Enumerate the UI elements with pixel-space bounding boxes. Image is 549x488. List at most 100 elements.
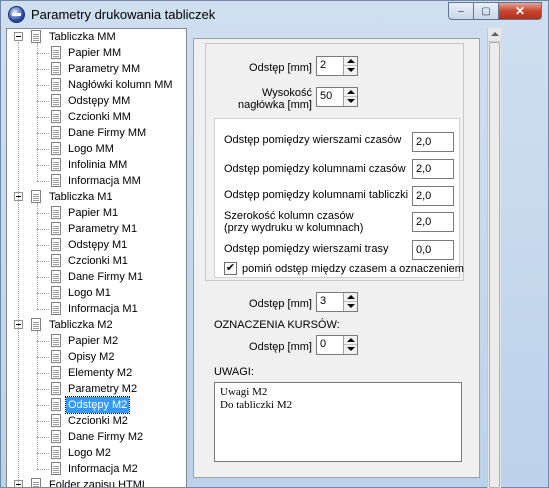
tree-item[interactable]: Infolinia MM xyxy=(7,157,186,173)
tree-connector xyxy=(37,389,49,390)
uwagi-textarea[interactable]: Uwagi M2 Do tabliczki M2 xyxy=(214,382,462,462)
row4-sublabel: (przy wydruku w kolumnach) xyxy=(224,222,364,234)
tree-group[interactable]: Folder zapisu HTML xyxy=(7,477,186,487)
tree-item[interactable]: Papier M2 xyxy=(7,333,186,349)
tree-group-label: Tabliczka M2 xyxy=(49,319,113,331)
tree-connector xyxy=(37,133,49,134)
document-icon xyxy=(51,78,61,91)
tree-item[interactable]: Dane Firmy MM xyxy=(7,125,186,141)
uwagi-line1: Uwagi M2 xyxy=(220,386,268,398)
tree-item-label: Odstępy M1 xyxy=(68,239,128,251)
tree-item-label: Papier MM xyxy=(68,47,122,59)
tree-item-label: Infolinia MM xyxy=(68,159,128,171)
tree-connector xyxy=(37,85,49,86)
close-button[interactable]: ✕ xyxy=(499,2,542,20)
title-bar: Parametry drukowania tabliczek ‒ ▢ ✕ xyxy=(1,1,548,29)
row5-input[interactable]: 0,0 xyxy=(412,240,454,260)
spin-down-icon[interactable] xyxy=(344,345,357,354)
odstep-spinner[interactable]: 2 xyxy=(316,56,358,76)
odstep3-spinner[interactable]: 0 xyxy=(316,335,358,355)
tree-item[interactable]: Odstępy M1 xyxy=(7,237,186,253)
tree-item[interactable]: Elementy M2 xyxy=(7,365,186,381)
document-icon xyxy=(51,350,61,363)
scroll-thumb[interactable] xyxy=(489,42,500,488)
tree-connector xyxy=(37,69,49,70)
tree-item-label: Dane Firmy M1 xyxy=(68,271,144,283)
tree-item[interactable]: Logo M1 xyxy=(7,285,186,301)
tree-item[interactable]: Czcionki MM xyxy=(7,109,186,125)
spin-up-icon[interactable] xyxy=(344,293,357,302)
tree-item[interactable]: Czcionki M2 xyxy=(7,413,186,429)
tree-item[interactable]: Dane Firmy M1 xyxy=(7,269,186,285)
document-icon xyxy=(51,462,61,475)
maximize-button[interactable]: ▢ xyxy=(474,2,499,20)
tree-item[interactable]: Informacja M2 xyxy=(7,461,186,477)
tree-item-label: Parametry M2 xyxy=(68,383,138,395)
tree-item[interactable]: Dane Firmy M2 xyxy=(7,429,186,445)
tree-group-label: Tabliczka M1 xyxy=(49,191,113,203)
spin-down-icon[interactable] xyxy=(344,97,357,106)
skip-spacing-label: pomiń odstęp między czasem a oznaczeniem xyxy=(242,263,464,275)
row1-input[interactable]: 2,0 xyxy=(412,132,454,152)
tree-item[interactable]: Informacja MM xyxy=(7,173,186,189)
tree-connector xyxy=(37,331,38,469)
minimize-button[interactable]: ‒ xyxy=(448,2,474,20)
tree-connector xyxy=(37,341,49,342)
panel-scrollbar[interactable] xyxy=(487,28,501,488)
tree-item-label: Informacja MM xyxy=(68,175,141,187)
row2-input[interactable]: 2,0 xyxy=(412,159,454,179)
row1-label: Odstęp pomiędzy wierszami czasów xyxy=(224,134,402,146)
row4-input[interactable]: 2,0 xyxy=(412,212,454,232)
row3-label: Odstęp pomiędzy kolumnami tabliczki xyxy=(224,189,409,201)
uwagi-label: UWAGI: xyxy=(214,366,254,378)
tree-connector xyxy=(37,453,49,454)
skip-spacing-checkbox[interactable]: ✔ xyxy=(224,262,237,275)
tree-connector xyxy=(37,43,38,181)
tree-item[interactable]: Papier MM xyxy=(7,45,186,61)
tree-item[interactable]: Logo M2 xyxy=(7,445,186,461)
document-icon xyxy=(51,158,61,171)
tree-item[interactable]: Parametry M1 xyxy=(7,221,186,237)
tree-item[interactable]: Nagłówki kolumn MM xyxy=(7,77,186,93)
tree-group[interactable]: Tabliczka M1 xyxy=(7,189,186,205)
tree-item[interactable]: Parametry M2 xyxy=(7,381,186,397)
odstep3-value: 0 xyxy=(320,338,327,350)
tree-item[interactable]: Logo MM xyxy=(7,141,186,157)
tree-group[interactable]: Tabliczka MM xyxy=(7,29,186,45)
tree-item[interactable]: Opisy M2 xyxy=(7,349,186,365)
uwagi-line2: Do tabliczki M2 xyxy=(220,399,293,411)
tree-group[interactable]: Tabliczka M2 xyxy=(7,317,186,333)
document-icon xyxy=(51,398,61,411)
tree-item-label: Parametry M1 xyxy=(68,223,138,235)
wysokosc-value: 50 xyxy=(320,90,333,102)
spin-down-icon[interactable] xyxy=(344,66,357,75)
row2-label: Odstęp pomiędzy kolumnami czasów xyxy=(224,163,406,175)
spin-up-icon[interactable] xyxy=(344,336,357,345)
odstep-label: Odstęp [mm] xyxy=(249,62,312,74)
tree-item-label: Dane Firmy M2 xyxy=(68,431,144,443)
tree-item[interactable]: Parametry MM xyxy=(7,61,186,77)
tree-item[interactable]: Odstępy MM xyxy=(7,93,186,109)
spin-down-icon[interactable] xyxy=(344,302,357,311)
tree-item[interactable]: Czcionki M1 xyxy=(7,253,186,269)
document-icon xyxy=(51,142,61,155)
spin-up-icon[interactable] xyxy=(344,88,357,97)
tree-item-label: Informacja M1 xyxy=(68,303,138,315)
spin-up-icon[interactable] xyxy=(344,57,357,66)
tree-item[interactable]: Odstępy M2 xyxy=(7,396,186,414)
document-icon xyxy=(51,302,61,315)
tree-item[interactable]: Papier M1 xyxy=(7,205,186,221)
document-icon xyxy=(51,366,61,379)
document-icon xyxy=(31,30,41,43)
document-icon xyxy=(51,414,61,427)
settings-tree[interactable]: Tabliczka MM Papier MM Parametry MM Nagłówk… xyxy=(6,28,187,488)
tree-item[interactable]: Informacja M1 xyxy=(7,301,186,317)
scroll-up-icon[interactable] xyxy=(488,28,501,42)
odstep2-spinner[interactable]: 3 xyxy=(316,292,358,312)
document-icon xyxy=(31,478,41,487)
row3-input[interactable]: 2,0 xyxy=(412,186,454,206)
odstep2-label: Odstęp [mm] xyxy=(249,298,312,310)
collapse-icon[interactable] xyxy=(14,32,23,41)
document-icon xyxy=(51,270,61,283)
wysokosc-spinner[interactable]: 50 xyxy=(316,87,358,107)
